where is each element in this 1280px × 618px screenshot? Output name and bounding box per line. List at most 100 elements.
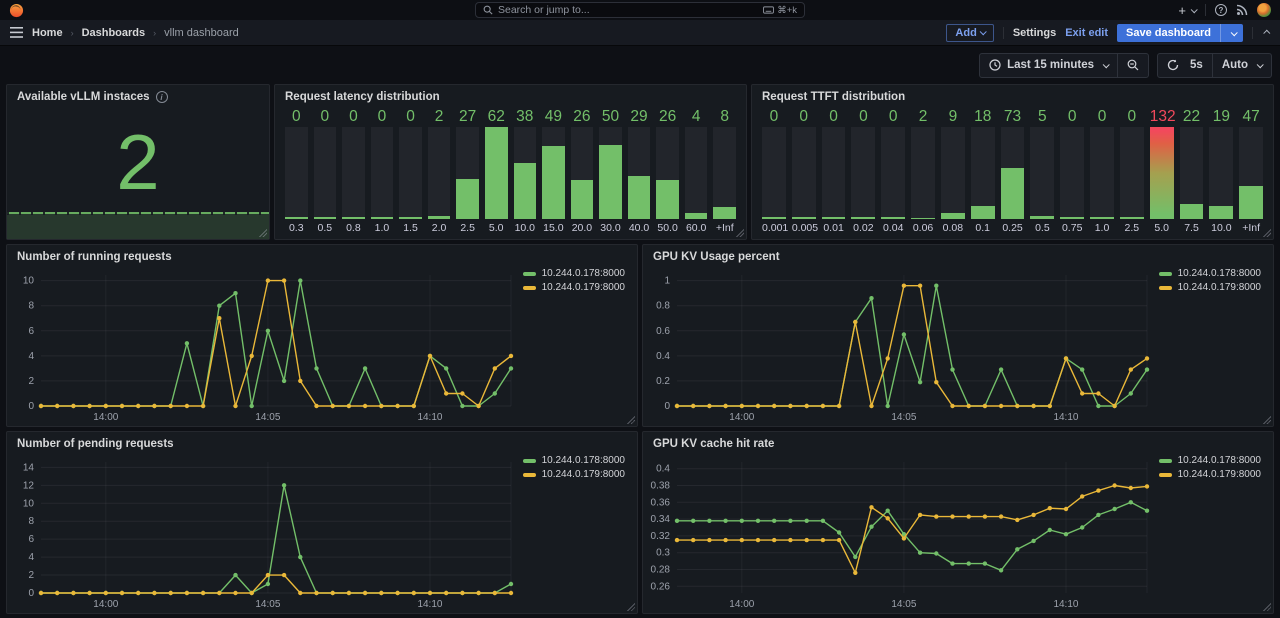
bar-column[interactable]: 00.01 xyxy=(822,107,846,234)
info-icon[interactable]: i xyxy=(156,91,168,103)
bar-column[interactable]: 00.8 xyxy=(342,107,365,234)
grafana-logo-icon[interactable] xyxy=(9,3,24,18)
time-series-cache-hit-rate[interactable]: 0.260.280.30.320.340.360.380.414:0014:05… xyxy=(645,454,1269,611)
bar-track xyxy=(1150,127,1174,219)
bar-column[interactable]: 625.0 xyxy=(485,107,508,234)
bar-column[interactable]: 00.3 xyxy=(285,107,308,234)
svg-text:14:10: 14:10 xyxy=(417,599,442,610)
time-series-running-requests[interactable]: 024681014:0014:0514:10 10.244.0.178:8000… xyxy=(9,267,633,424)
time-series-gpu-kv-usage[interactable]: 00.20.40.60.8114:0014:0514:10 10.244.0.1… xyxy=(645,267,1269,424)
create-new-button[interactable]: + xyxy=(1178,4,1196,17)
search-input[interactable]: Search or jump to... ⌘+k xyxy=(475,2,805,18)
profile-avatar[interactable] xyxy=(1257,3,1271,17)
panel-title[interactable]: Request TTFT distribution xyxy=(762,91,905,103)
bar-column[interactable]: 47+Inf xyxy=(1239,107,1263,234)
bar-track xyxy=(342,127,365,219)
bar-column[interactable]: 4915.0 xyxy=(542,107,565,234)
panel-resize-handle[interactable] xyxy=(735,228,744,237)
bar-column[interactable]: 272.5 xyxy=(456,107,479,234)
panel-resize-handle[interactable] xyxy=(258,228,267,237)
bar-category-label: 0.8 xyxy=(342,219,365,234)
divider xyxy=(1205,4,1206,16)
bar-column[interactable]: 00.75 xyxy=(1060,107,1084,234)
panel-resize-handle[interactable] xyxy=(626,415,635,424)
bar-value-label: 0 xyxy=(285,107,308,126)
panel-resize-handle[interactable] xyxy=(1262,415,1271,424)
bar-column[interactable]: 227.5 xyxy=(1180,107,1204,234)
panel-title[interactable]: Request latency distribution xyxy=(285,91,440,103)
bar-column[interactable]: 20.06 xyxy=(911,107,935,234)
bar-column[interactable]: 1910.0 xyxy=(1209,107,1233,234)
bar-column[interactable]: 00.04 xyxy=(881,107,905,234)
bar-column[interactable]: 50.5 xyxy=(1030,107,1054,234)
panel-title[interactable]: GPU KV cache hit rate xyxy=(653,438,774,450)
panel-resize-handle[interactable] xyxy=(1262,228,1271,237)
bar-column[interactable]: 3810.0 xyxy=(514,107,537,234)
panel-title[interactable]: Available vLLM instaces xyxy=(17,91,150,103)
bar-column[interactable]: 22.0 xyxy=(428,107,451,234)
legend-item[interactable]: 10.244.0.179:8000 xyxy=(523,469,625,480)
exit-edit-button[interactable]: Exit edit xyxy=(1065,27,1108,39)
bar-column[interactable]: 90.08 xyxy=(941,107,965,234)
time-series-pending-requests[interactable]: 0246810121414:0014:0514:10 10.244.0.178:… xyxy=(9,454,633,611)
bar-column[interactable]: 5030.0 xyxy=(599,107,622,234)
bar-column[interactable]: 730.25 xyxy=(1001,107,1025,234)
bar-column[interactable]: 02.5 xyxy=(1120,107,1144,234)
bar-category-label: 10.0 xyxy=(514,219,537,234)
panel-resize-handle[interactable] xyxy=(1262,602,1271,611)
bar-category-label: 20.0 xyxy=(571,219,594,234)
panel-resize-handle[interactable] xyxy=(626,602,635,611)
collapse-toolbar-icon[interactable] xyxy=(1263,30,1270,37)
bar-column[interactable]: 8+Inf xyxy=(713,107,736,234)
panel-title[interactable]: Number of pending requests xyxy=(17,438,174,450)
panel-title[interactable]: Number of running requests xyxy=(17,251,172,263)
time-range-picker[interactable]: Last 15 minutes xyxy=(980,54,1117,77)
bar-column[interactable]: 00.001 xyxy=(762,107,786,234)
legend-item[interactable]: 10.244.0.178:8000 xyxy=(523,268,625,279)
bar-column[interactable]: 1325.0 xyxy=(1150,107,1174,234)
save-options-caret[interactable] xyxy=(1220,24,1243,42)
save-dashboard-button[interactable]: Save dashboard xyxy=(1117,24,1243,42)
bar-category-label: 2.5 xyxy=(1120,219,1144,234)
menu-icon[interactable] xyxy=(10,27,23,38)
bar-column[interactable]: 01.0 xyxy=(371,107,394,234)
news-rss-icon[interactable] xyxy=(1236,4,1248,16)
bar-column[interactable]: 01.0 xyxy=(1090,107,1114,234)
add-panel-button[interactable]: Add xyxy=(946,24,993,42)
legend-item[interactable]: 10.244.0.179:8000 xyxy=(1159,469,1261,480)
bar-column[interactable]: 2940.0 xyxy=(628,107,651,234)
search-icon xyxy=(483,5,493,15)
breadcrumb-dashboards[interactable]: Dashboards xyxy=(82,27,146,39)
bar-gauge-latency[interactable]: 00.300.500.801.001.522.0272.5625.03810.0… xyxy=(275,106,746,239)
bar-category-label: +Inf xyxy=(713,219,736,234)
auto-refresh-picker[interactable]: Auto xyxy=(1213,54,1271,77)
panel-title[interactable]: GPU KV Usage percent xyxy=(653,251,780,263)
bar-fill xyxy=(485,127,508,219)
refresh-interval-label[interactable]: 5s xyxy=(1188,54,1212,77)
legend: 10.244.0.178:8000 10.244.0.179:8000 xyxy=(1159,455,1261,480)
legend-item[interactable]: 10.244.0.179:8000 xyxy=(523,282,625,293)
keyboard-shortcut-hint: ⌘+k xyxy=(763,5,797,16)
help-icon[interactable]: ? xyxy=(1215,4,1227,16)
top-nav-bar: Search or jump to... ⌘+k + ? xyxy=(0,0,1280,20)
svg-text:0.34: 0.34 xyxy=(651,514,671,525)
refresh-button[interactable] xyxy=(1158,54,1188,77)
bar-column[interactable]: 2620.0 xyxy=(571,107,594,234)
bar-track xyxy=(1090,127,1114,219)
bar-column[interactable]: 01.5 xyxy=(399,107,422,234)
bar-column[interactable]: 00.005 xyxy=(792,107,816,234)
bar-column[interactable]: 2650.0 xyxy=(656,107,679,234)
legend-item[interactable]: 10.244.0.178:8000 xyxy=(1159,268,1261,279)
bar-gauge-ttft[interactable]: 00.00100.00500.0100.0200.0420.0690.08180… xyxy=(752,106,1273,239)
legend-item[interactable]: 10.244.0.179:8000 xyxy=(1159,282,1261,293)
breadcrumb-home[interactable]: Home xyxy=(32,27,63,39)
bar-column[interactable]: 00.02 xyxy=(851,107,875,234)
bar-column[interactable]: 460.0 xyxy=(685,107,708,234)
legend-item[interactable]: 10.244.0.178:8000 xyxy=(523,455,625,466)
bar-column[interactable]: 00.5 xyxy=(314,107,337,234)
bar-column[interactable]: 180.1 xyxy=(971,107,995,234)
zoom-out-button[interactable] xyxy=(1118,54,1148,77)
settings-button[interactable]: Settings xyxy=(1013,27,1056,39)
legend-item[interactable]: 10.244.0.178:8000 xyxy=(1159,455,1261,466)
bar-fill xyxy=(285,217,308,219)
